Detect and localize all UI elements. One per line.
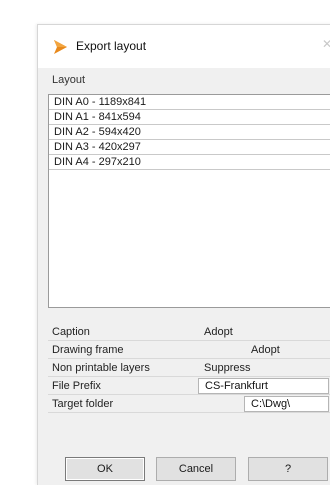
list-item[interactable]: DIN A3 - 420x297: [49, 140, 330, 155]
target-folder-label: Target folder: [52, 398, 114, 410]
layout-list[interactable]: DIN A0 - 1189x841 DIN A1 - 841x594 DIN A…: [48, 94, 330, 308]
ok-button[interactable]: OK: [65, 457, 145, 481]
list-item[interactable]: DIN A2 - 594x420: [49, 125, 330, 140]
dialog-title: Export layout: [76, 39, 147, 53]
drawing-frame-label: Drawing frame: [52, 344, 124, 356]
property-row-non-printable-layers: Non printable layers Suppress: [48, 359, 330, 377]
title-bar[interactable]: Export layout ✕: [38, 25, 330, 68]
drawing-frame-value[interactable]: Adopt: [251, 341, 280, 359]
app-icon: [54, 40, 67, 54]
property-row-target-folder: Target folder C:\Dwg\: [48, 395, 330, 413]
non-printable-layers-value[interactable]: Suppress: [204, 359, 250, 377]
property-row-caption: Caption Adopt: [48, 323, 330, 341]
list-item[interactable]: DIN A1 - 841x594: [49, 110, 330, 125]
property-row-drawing-frame: Drawing frame Adopt: [48, 341, 330, 359]
properties-grid: Caption Adopt Drawing frame Adopt Non pr…: [48, 323, 330, 413]
list-item[interactable]: DIN A4 - 297x210: [49, 155, 330, 170]
help-button[interactable]: ?: [248, 457, 328, 481]
caption-label: Caption: [52, 326, 90, 338]
export-layout-dialog: Export layout ✕ Layout DIN A0 - 1189x841…: [37, 24, 330, 485]
file-prefix-input[interactable]: CS-Frankfurt: [198, 378, 329, 394]
list-item[interactable]: DIN A0 - 1189x841: [49, 95, 330, 110]
layout-label: Layout: [52, 74, 86, 86]
close-icon[interactable]: ✕: [322, 37, 330, 51]
target-folder-input[interactable]: C:\Dwg\: [244, 396, 329, 412]
caption-value[interactable]: Adopt: [204, 323, 233, 341]
cancel-button[interactable]: Cancel: [156, 457, 236, 481]
property-row-file-prefix: File Prefix CS-Frankfurt: [48, 377, 330, 395]
non-printable-layers-label: Non printable layers: [52, 362, 150, 374]
file-prefix-label: File Prefix: [52, 380, 101, 392]
